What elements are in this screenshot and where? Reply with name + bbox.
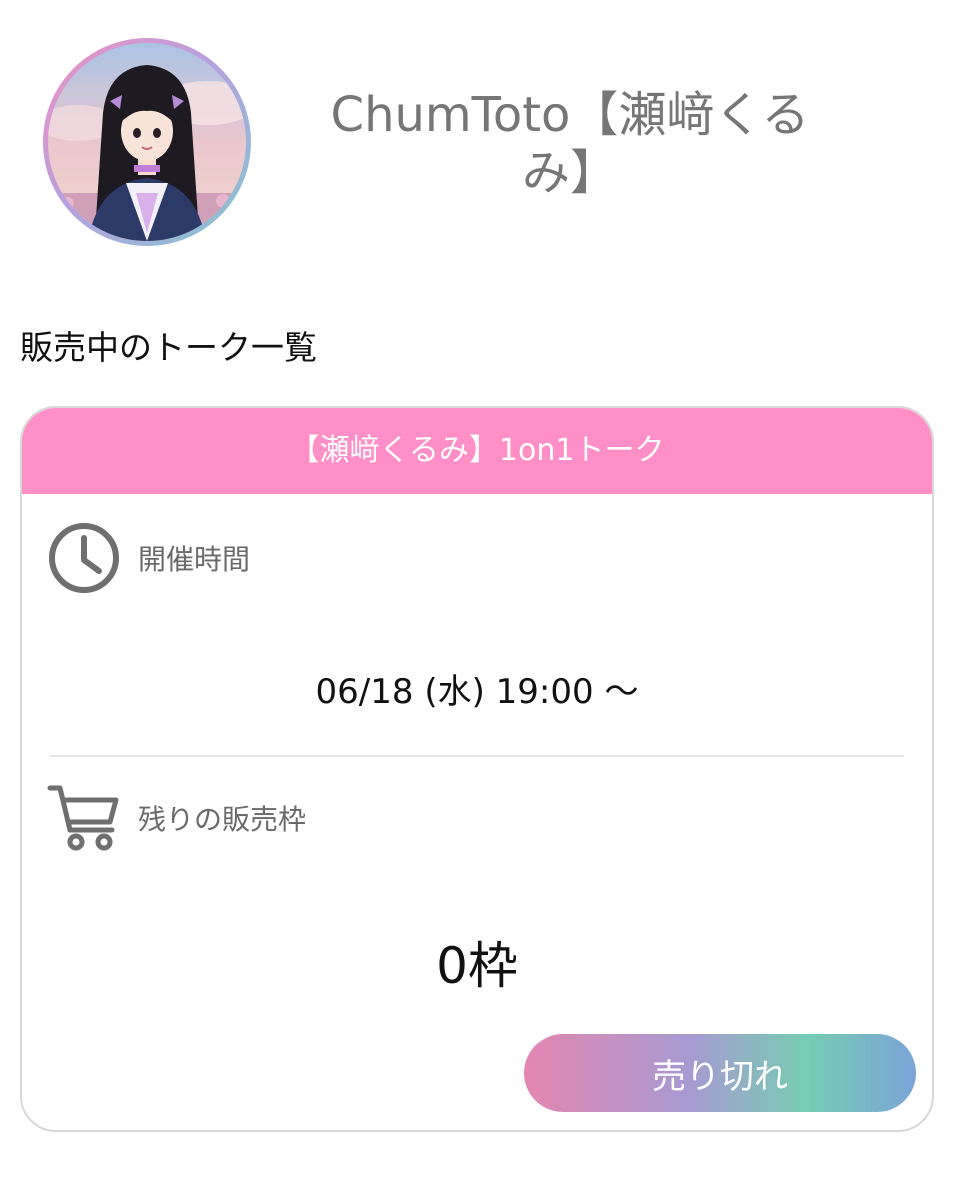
clock-icon [46,520,122,596]
remaining-slots-label: 残りの販売枠 [138,803,307,836]
remaining-slots-row: 残りの販売枠 [46,780,306,856]
section-title: 販売中のトーク一覧 [20,328,317,367]
talk-card-title: 【瀬﨑くるみ】1on1トーク [22,408,932,494]
avatar-ring [43,38,251,246]
divider [50,755,904,757]
sold-out-button[interactable]: 売り切れ [524,1034,916,1112]
event-time-label: 開催時間 [138,543,251,576]
event-time-row: 開催時間 [46,520,250,596]
remaining-slots-value: 0枠 [436,937,518,995]
talk-card[interactable]: 【瀬﨑くるみ】1on1トーク 開催時間 06/18 (水) 19:00 〜 残り… [20,406,934,1132]
avatar[interactable] [48,43,246,241]
artist-name: ChumToto【瀬﨑くるみ】 [330,87,810,201]
avatar-image [48,43,246,241]
cart-icon [46,780,122,856]
event-time-value: 06/18 (水) 19:00 〜 [315,672,639,712]
